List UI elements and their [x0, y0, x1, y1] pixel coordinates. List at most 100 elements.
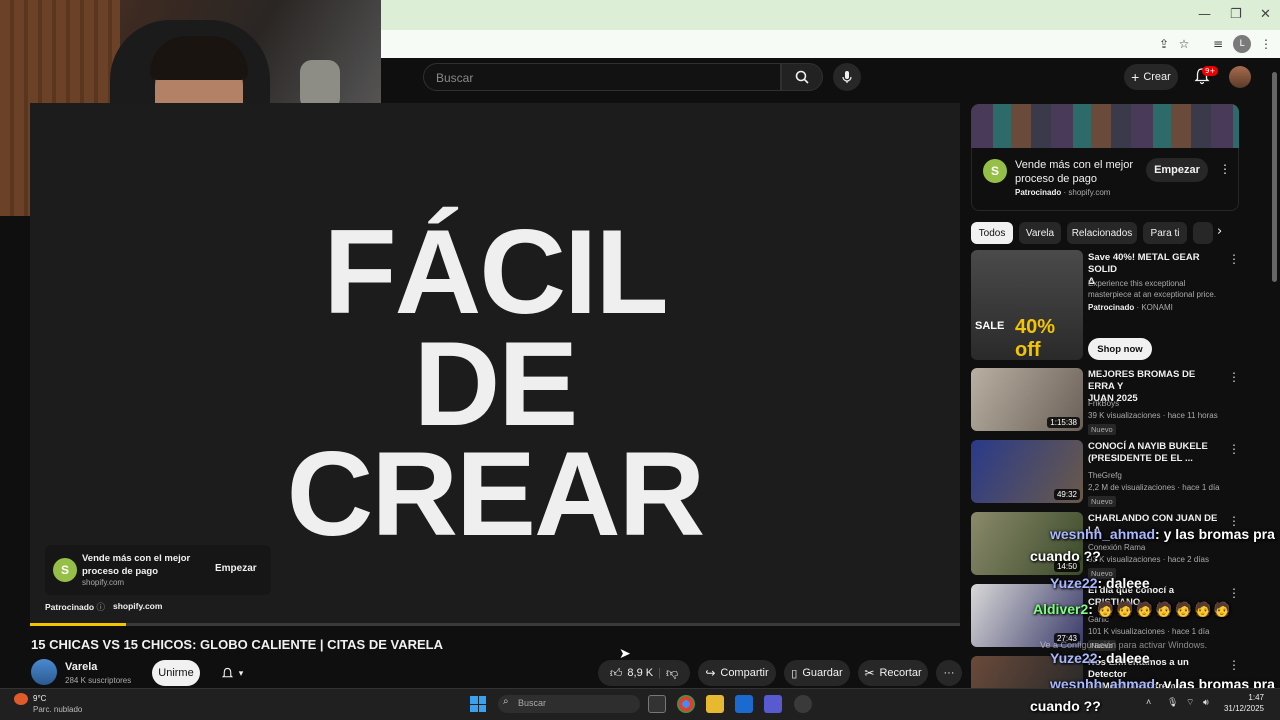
sponsored-domain: shopify.com: [113, 601, 163, 611]
media-controls-icon[interactable]: ≡: [1209, 35, 1227, 53]
sidebar-ad-meta: Patrocinado · shopify.com: [1015, 188, 1111, 197]
more-vertical-icon[interactable]: ⋮: [1228, 442, 1240, 456]
streamer-hair: [150, 36, 248, 80]
chat-message: wesnhh_ahmad: y las bromas pra: [1050, 526, 1275, 542]
tab-strip: — ❐ ✕: [380, 0, 1280, 30]
promo-sale-text: SALE: [975, 320, 1005, 332]
like-dislike-group: 👍︎ 8,9 K | 👎︎: [598, 660, 690, 686]
join-button[interactable]: Unirme: [152, 660, 200, 686]
share-button[interactable]: ↪ Compartir: [698, 660, 776, 686]
chevron-right-icon[interactable]: ›: [1217, 224, 1222, 239]
search-button[interactable]: [781, 63, 823, 91]
scissors-icon: ✂: [864, 666, 875, 680]
subscriber-count: 284 K suscriptores: [65, 676, 132, 685]
rec-channel[interactable]: TheGrefg: [1088, 470, 1122, 481]
shop-now-button[interactable]: Shop now: [1088, 338, 1152, 360]
video-progress-bar[interactable]: [30, 623, 960, 626]
wifi-icon[interactable]: ⌔: [1186, 697, 1194, 708]
new-badge: Nuevo: [1088, 496, 1116, 507]
voice-search-button[interactable]: [833, 63, 861, 91]
ad-cta-button[interactable]: Empezar: [215, 563, 257, 574]
chrome-icon[interactable]: [677, 695, 695, 713]
bell-icon: [221, 667, 233, 677]
promo-discount: 40% off: [1015, 316, 1056, 360]
windows-start-icon[interactable]: [470, 696, 486, 712]
browser-chrome: — ❐ ✕: [380, 0, 1280, 58]
outlook-icon[interactable]: [735, 695, 753, 713]
rec-thumbnail[interactable]: 1:15:38: [971, 368, 1083, 431]
obs-icon[interactable]: [794, 695, 812, 713]
install-app-icon[interactable]: ⇪: [1155, 35, 1173, 53]
clip-button[interactable]: ✂ Recortar: [858, 660, 928, 686]
rec-meta: 93 K visualizaciones · hace 2 días: [1088, 555, 1209, 564]
chat-message: Yuze22: daleee: [1050, 650, 1150, 666]
taskbar-search-input[interactable]: Buscar: [498, 695, 640, 713]
more-vertical-icon[interactable]: ⋮: [1228, 586, 1240, 600]
emote-row: 🧑🧑🧑🧑🧑🧑🧑: [1096, 601, 1233, 617]
chevron-up-icon[interactable]: ˄: [1146, 697, 1151, 707]
task-view-icon[interactable]: [648, 695, 666, 713]
chat-message: cuando ??: [1030, 548, 1101, 564]
chip-todos[interactable]: Todos: [971, 222, 1013, 244]
chevron-down-icon: ▾: [238, 667, 244, 678]
rec-meta: 2,2 M de visualizaciones · hace 1 día: [1088, 483, 1220, 492]
rec-title[interactable]: CONOCÍ A NAYIB BUKELE (PRESIDENTE DE EL .…: [1088, 441, 1224, 465]
thumbs-up-icon[interactable]: 👍︎: [610, 666, 623, 681]
search-icon: [795, 70, 809, 84]
more-vertical-icon[interactable]: ⋮: [1219, 162, 1231, 176]
rec-channel[interactable]: FrikBoys: [1088, 398, 1119, 409]
like-count[interactable]: 8,9 K: [627, 667, 653, 679]
search-icon: ⌕: [503, 696, 509, 707]
file-explorer-icon[interactable]: [706, 695, 724, 713]
close-window-button[interactable]: ✕: [1260, 7, 1271, 22]
chip-para-ti[interactable]: Para ti: [1143, 222, 1187, 244]
more-actions-button[interactable]: ···: [936, 660, 962, 686]
minimize-button[interactable]: —: [1198, 7, 1211, 22]
microphone-icon: [842, 71, 852, 83]
browser-menu-icon[interactable]: ⋮: [1257, 35, 1275, 53]
sidebar-ad-banner[interactable]: [971, 104, 1239, 148]
video-text-line: CREAR: [286, 427, 706, 561]
promo-thumbnail[interactable]: SALE 40% off: [971, 250, 1083, 360]
chip-relacionados[interactable]: Relacionados: [1067, 222, 1137, 244]
create-button[interactable]: + Crear: [1124, 64, 1178, 90]
info-icon: ⓘ: [96, 602, 106, 612]
player-ad-card[interactable]: S Vende más con el mejor proceso de pago…: [45, 545, 271, 595]
more-vertical-icon[interactable]: ⋮: [1228, 370, 1240, 384]
mouse-cursor-icon: ➤: [619, 645, 631, 661]
sidebar-ad[interactable]: S Vende más con el mejor proceso de pago…: [971, 148, 1239, 211]
account-avatar[interactable]: [1229, 66, 1251, 88]
ad-domain: shopify.com: [82, 578, 125, 587]
weather-widget[interactable]: 9°C Parc. nublado: [33, 693, 82, 715]
teams-icon[interactable]: [764, 695, 782, 713]
rec-thumbnail[interactable]: 49:32: [971, 440, 1083, 503]
chat-message: cuando ??: [1030, 698, 1101, 714]
video-title: 15 CHICAS VS 15 CHICOS: GLOBO CALIENTE |…: [31, 637, 443, 652]
maximize-button[interactable]: ❐: [1230, 7, 1242, 22]
chip-overflow[interactable]: [1193, 222, 1213, 244]
address-bar[interactable]: [380, 30, 1280, 58]
taskbar-clock[interactable]: 1:47 31/12/2025: [1222, 692, 1264, 714]
bookmark-icon: ▯: [791, 667, 798, 680]
channel-avatar[interactable]: [31, 659, 57, 685]
rec-thumbnail[interactable]: 14:50: [971, 512, 1083, 575]
scrollbar-thumb[interactable]: [1272, 72, 1277, 282]
duration-badge: 1:15:38: [1047, 417, 1080, 428]
thumbs-down-icon[interactable]: 👎︎: [666, 666, 678, 681]
volume-icon[interactable]: 🔊︎: [1203, 697, 1209, 708]
profile-icon[interactable]: L: [1233, 35, 1251, 53]
save-button[interactable]: ▯ Guardar: [784, 660, 850, 686]
chat-message: Aldiver2: 🧑🧑🧑🧑🧑🧑🧑: [1033, 601, 1233, 617]
channel-name[interactable]: Varela: [65, 661, 97, 673]
duration-badge: 49:32: [1053, 489, 1080, 500]
shopify-icon: S: [983, 159, 1007, 183]
microphone-tray-icon[interactable]: 🎙︎: [1167, 697, 1178, 708]
chip-varela[interactable]: Varela: [1019, 222, 1061, 244]
sidebar-ad-cta-button[interactable]: Empezar: [1146, 158, 1208, 182]
subscription-bell-button[interactable]: ▾: [208, 660, 256, 686]
more-vertical-icon[interactable]: ⋮: [1228, 658, 1240, 672]
promo-sponsor: Patrocinado · KONAMI: [1088, 303, 1173, 312]
search-input[interactable]: Buscar: [423, 63, 781, 91]
bookmark-star-icon[interactable]: ☆: [1175, 35, 1193, 53]
more-vertical-icon[interactable]: ⋮: [1228, 252, 1240, 266]
